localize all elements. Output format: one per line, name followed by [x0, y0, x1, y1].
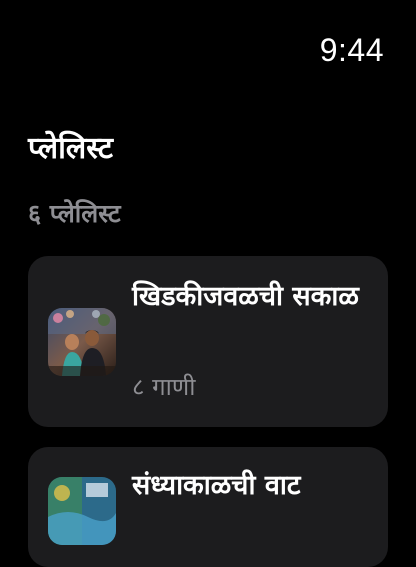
- playlist-title: खिडकीजवळची सकाळ: [132, 281, 359, 312]
- playlist-song-count: ८ गाणी: [132, 373, 196, 401]
- playlist-count: ६ प्लेलिस्ट: [28, 199, 121, 228]
- playlist-card[interactable]: खिडकीजवळची सकाळ: [28, 256, 388, 427]
- playlist-card[interactable]: संध्याकाळची वाट: [28, 447, 388, 567]
- status-time: 9:44: [319, 32, 384, 68]
- playlist-thumbnail: [48, 477, 116, 545]
- playlist-title: संध्याकाळची वाट: [132, 470, 301, 501]
- playlist-thumbnail: [48, 308, 116, 376]
- page-title: प्लेलिस्ट: [28, 131, 114, 166]
